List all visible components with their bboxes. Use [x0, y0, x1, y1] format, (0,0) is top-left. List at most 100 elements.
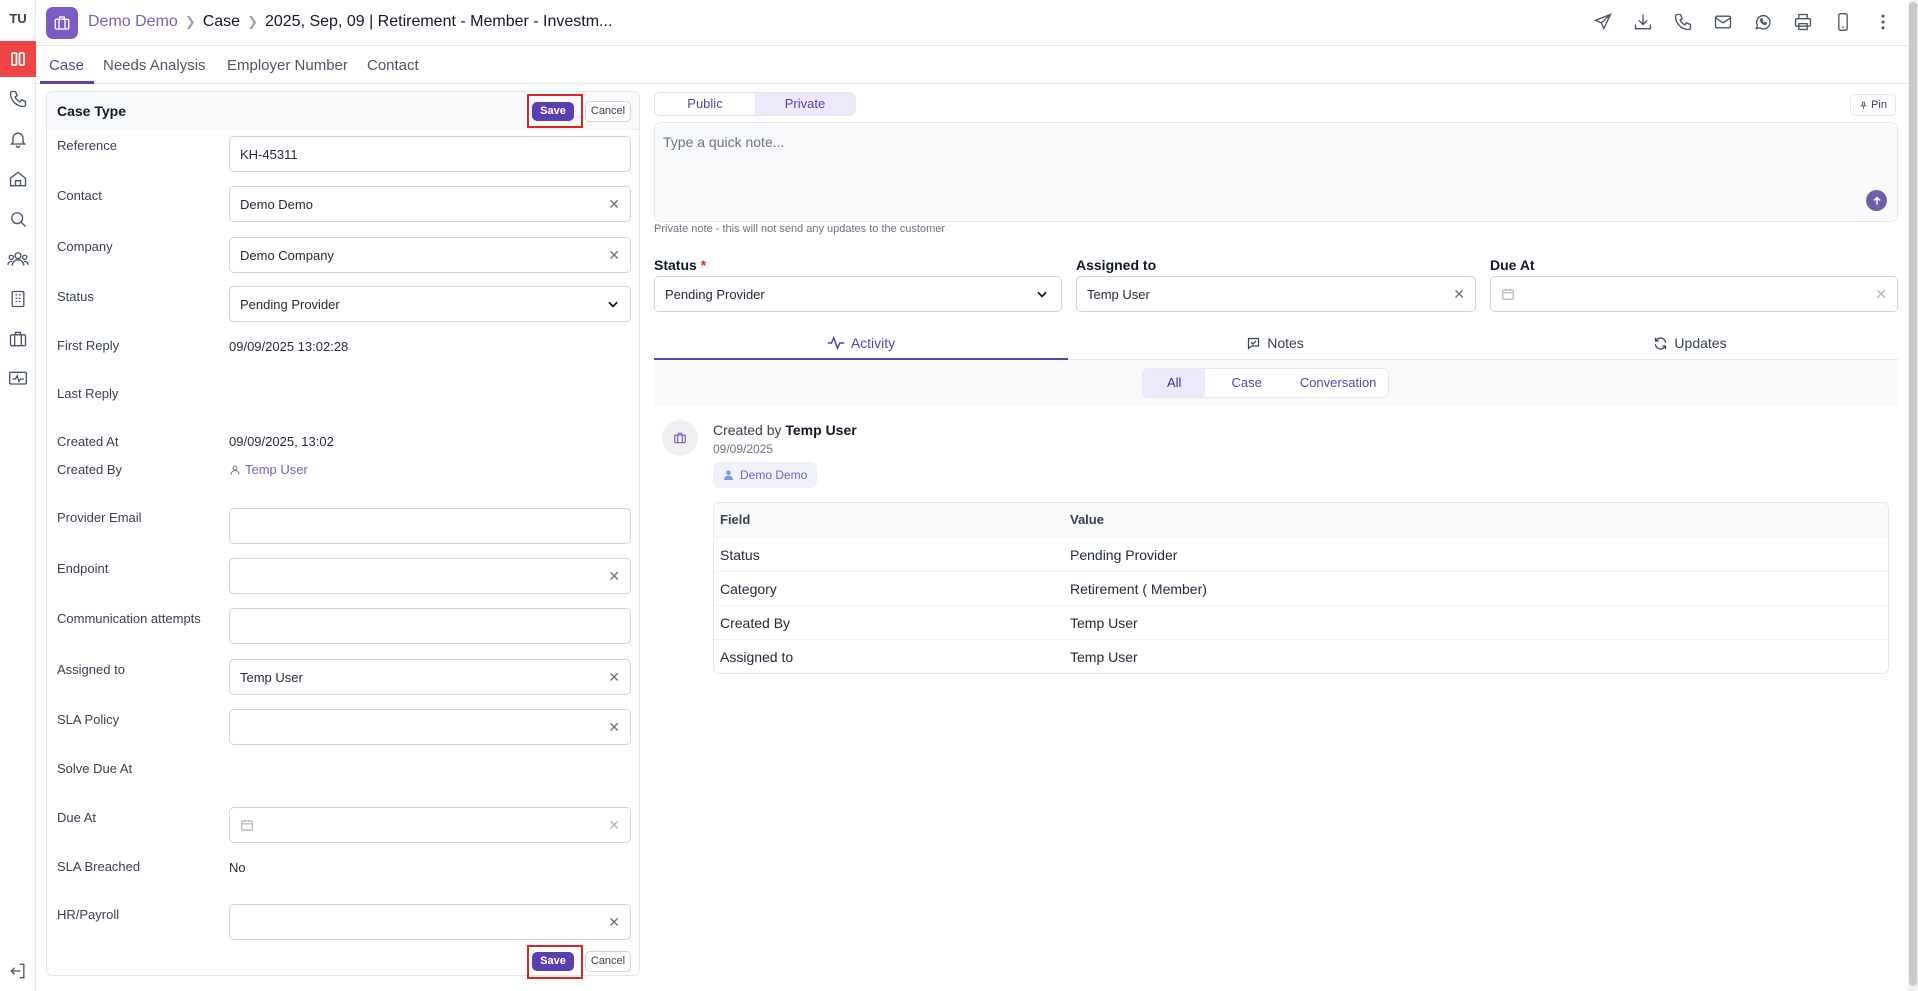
clear-icon[interactable]: ✕	[608, 197, 620, 211]
quick-note-input[interactable]: Type a quick note...	[654, 122, 1898, 222]
table-cell-value: Temp User	[1070, 649, 1138, 665]
tab-employer-number[interactable]: Employer Number	[227, 57, 348, 74]
contact-field[interactable]: Demo Demo ✕	[229, 186, 631, 222]
filter-conversation[interactable]: Conversation	[1288, 369, 1389, 397]
cancel-button[interactable]: Cancel	[585, 101, 631, 122]
chevron-right-icon: ❯	[184, 14, 196, 29]
whatsapp-icon[interactable]	[1752, 10, 1774, 34]
breadcrumb-case[interactable]: Case	[203, 13, 240, 31]
more-vertical-icon[interactable]	[1872, 10, 1894, 34]
scrollbar-thumb[interactable]	[1909, 2, 1917, 986]
tab-updates[interactable]: Updates	[1482, 326, 1898, 360]
company-field[interactable]: Demo Company ✕	[229, 237, 631, 273]
chevron-right-icon: ❯	[247, 14, 258, 29]
table-row: Status Pending Provider	[714, 537, 1888, 571]
feed-created-by-prefix: Created by	[713, 422, 782, 438]
tab-activity[interactable]: Activity	[654, 326, 1068, 360]
user-avatar[interactable]: TU	[0, 8, 36, 30]
download-icon[interactable]	[1632, 10, 1654, 34]
created-by-link[interactable]: Temp User	[229, 462, 308, 477]
search-icon[interactable]	[0, 201, 36, 237]
table-row: Category Retirement ( Member)	[714, 571, 1888, 605]
pin-button[interactable]: Pin	[1850, 94, 1896, 116]
hr-payroll-label: HR/Payroll	[57, 907, 120, 922]
status-summary-select[interactable]: Pending Provider	[654, 276, 1062, 312]
case-event-icon	[662, 420, 698, 456]
briefcase-icon[interactable]	[0, 321, 36, 357]
bell-icon[interactable]	[0, 121, 36, 157]
reference-field[interactable]: KH-45311	[229, 136, 631, 172]
tab-activity-label: Activity	[850, 335, 896, 351]
calendar-icon	[240, 818, 254, 832]
tab-notes[interactable]: Notes	[1068, 326, 1482, 360]
case-form-panel: Case Type Save Cancel Reference KH-45311…	[46, 91, 640, 979]
feed-contact-chip[interactable]: Demo Demo	[713, 462, 818, 488]
company-value: Demo Company	[240, 248, 334, 263]
cancel-button-bottom[interactable]: Cancel	[585, 951, 631, 972]
chevron-down-icon	[1035, 287, 1049, 301]
phone-icon[interactable]	[1672, 10, 1694, 34]
calendar-icon	[1501, 287, 1515, 301]
mobile-icon[interactable]	[1832, 10, 1854, 34]
save-button[interactable]: Save	[532, 102, 574, 121]
endpoint-field[interactable]: ✕	[229, 558, 631, 594]
feed-contact-name: Demo Demo	[740, 468, 808, 482]
reference-label: Reference	[57, 138, 117, 153]
clear-icon[interactable]: ✕	[608, 569, 620, 583]
created-by-label: Created By	[57, 462, 123, 477]
clear-icon[interactable]: ✕	[608, 915, 620, 929]
save-button-bottom[interactable]: Save	[532, 952, 574, 971]
monitor-pulse-icon[interactable]	[0, 361, 36, 397]
breadcrumb-contact[interactable]: Demo Demo	[88, 13, 178, 31]
hr-payroll-field[interactable]: ✕	[229, 904, 631, 940]
private-option[interactable]: Private	[755, 93, 855, 115]
clear-icon[interactable]: ✕	[1453, 287, 1465, 301]
clear-icon[interactable]: ✕	[608, 818, 620, 832]
filter-all[interactable]: All	[1143, 369, 1206, 397]
printer-icon[interactable]	[1792, 10, 1814, 34]
provider-email-field[interactable]	[229, 508, 631, 544]
send-icon[interactable]	[1592, 10, 1614, 34]
chevron-down-icon	[606, 297, 620, 311]
due-at-field[interactable]: ✕	[229, 807, 631, 843]
sla-policy-label: SLA Policy	[57, 712, 120, 727]
activity-filter-group: All Case Conversation	[1142, 368, 1390, 398]
tab-needs-analysis[interactable]: Needs Analysis	[103, 57, 206, 74]
phone-icon[interactable]	[0, 81, 36, 117]
feed-created-by-user[interactable]: Temp User	[785, 422, 856, 438]
communication-attempts-field[interactable]	[229, 608, 631, 644]
breadcrumb: Demo Demo ❯ Case ❯ 2025, Sep, 09 | Retir…	[88, 13, 612, 31]
submit-note-icon[interactable]	[1866, 190, 1887, 211]
tab-updates-label: Updates	[1674, 335, 1727, 351]
home-icon[interactable]	[0, 161, 36, 197]
clear-icon[interactable]: ✕	[608, 670, 620, 684]
assigned-summary-value: Temp User	[1087, 287, 1150, 302]
assigned-to-field[interactable]: Temp User ✕	[229, 659, 631, 695]
clear-icon[interactable]: ✕	[608, 248, 620, 262]
public-option[interactable]: Public	[655, 93, 755, 115]
tab-contact[interactable]: Contact	[367, 57, 419, 74]
status-value: Pending Provider	[240, 297, 340, 312]
page-scrollbar[interactable]	[1908, 0, 1918, 991]
due-summary-field[interactable]: ✕	[1490, 276, 1898, 312]
panels-icon[interactable]	[0, 41, 36, 77]
table-cell-field: Created By	[720, 615, 791, 631]
users-icon[interactable]	[0, 241, 36, 277]
logout-icon[interactable]	[0, 953, 36, 989]
assigned-summary-field[interactable]: Temp User ✕	[1076, 276, 1476, 312]
mail-icon[interactable]	[1712, 10, 1734, 34]
tab-case[interactable]: Case	[49, 57, 84, 74]
building-icon[interactable]	[0, 281, 36, 317]
pin-label: Pin	[1871, 99, 1887, 111]
case-briefcase-icon	[46, 7, 78, 39]
status-select[interactable]: Pending Provider	[229, 286, 631, 322]
status-summary-label: Status *	[654, 257, 706, 273]
clear-icon[interactable]: ✕	[1875, 287, 1887, 301]
refresh-icon	[1653, 336, 1668, 351]
user-icon	[723, 469, 734, 481]
endpoint-label: Endpoint	[57, 561, 109, 576]
sla-policy-field[interactable]: ✕	[229, 709, 631, 745]
clear-icon[interactable]: ✕	[608, 720, 620, 734]
assigned-to-value: Temp User	[240, 670, 303, 685]
filter-case[interactable]: Case	[1205, 369, 1287, 397]
